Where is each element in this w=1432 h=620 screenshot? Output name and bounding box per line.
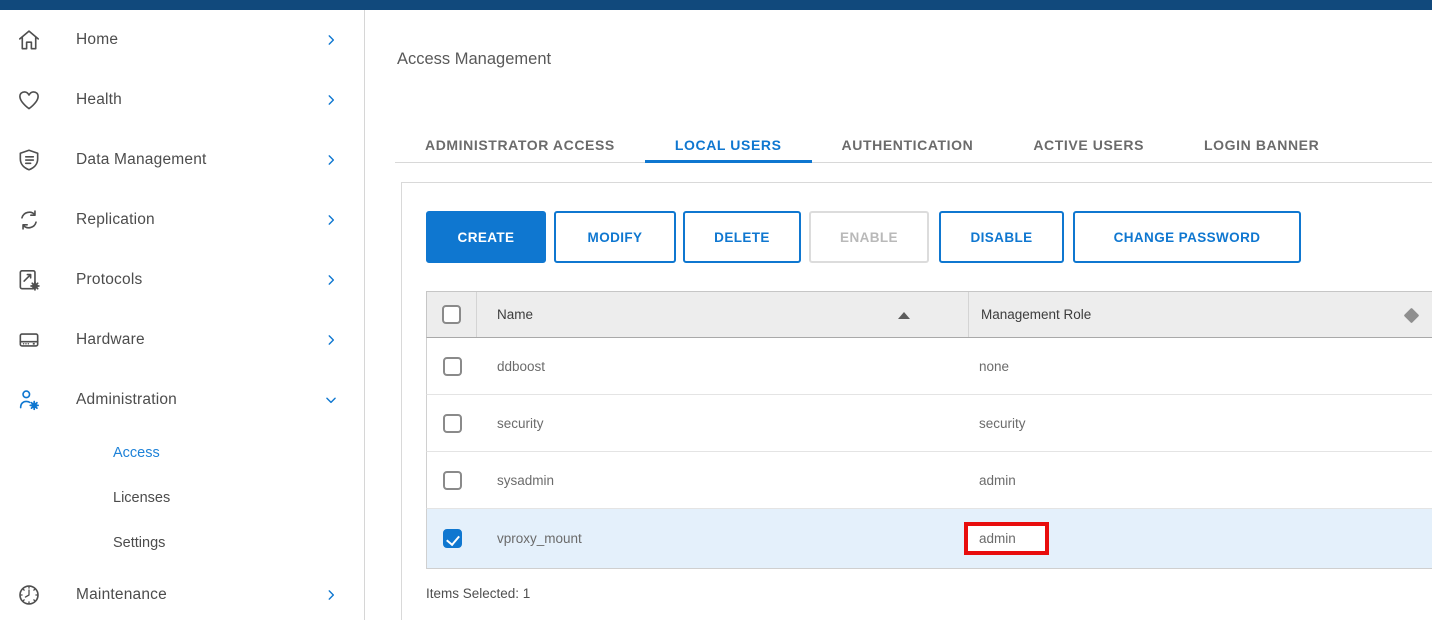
sidebar-subitem-access[interactable]: Access <box>0 430 364 475</box>
shield-icon <box>16 147 42 173</box>
row-checkbox-checked[interactable] <box>443 529 462 548</box>
table-row-vproxy-mount[interactable]: vproxy_mount admin <box>426 509 1432 569</box>
table-header-row: Name Management Role <box>426 291 1432 338</box>
page-title: Access Management <box>397 50 551 69</box>
sidebar-subitem-licenses[interactable]: Licenses <box>0 475 364 520</box>
row-checkbox[interactable] <box>443 471 462 490</box>
chevron-down-icon <box>324 393 338 407</box>
local-users-table: Name Management Role ddboost none secur <box>426 291 1432 569</box>
row-checkbox[interactable] <box>443 414 462 433</box>
user-name: ddboost <box>477 359 969 374</box>
tab-authentication[interactable]: AUTHENTICATION <box>812 127 1004 162</box>
top-navy-bar <box>0 0 1432 10</box>
chevron-right-icon <box>324 333 338 347</box>
heart-icon <box>16 87 42 113</box>
document-gear-icon <box>16 267 42 293</box>
sidebar-item-label: Hardware <box>76 331 324 349</box>
user-role: security <box>969 416 1432 431</box>
local-users-panel: CREATE MODIFY DELETE ENABLE DISABLE CHAN… <box>401 182 1432 620</box>
sidebar-item-replication[interactable]: Replication <box>0 190 364 250</box>
create-button[interactable]: CREATE <box>426 211 546 263</box>
tab-local-users[interactable]: LOCAL USERS <box>645 127 812 162</box>
sidebar-item-home[interactable]: Home <box>0 10 364 70</box>
chevron-right-icon <box>324 93 338 107</box>
tab-active-users[interactable]: ACTIVE USERS <box>1003 127 1174 162</box>
chevron-right-icon <box>324 33 338 47</box>
sidebar-item-label: Protocols <box>76 271 324 289</box>
sidebar-subitem-label: Access <box>113 445 160 461</box>
select-all-checkbox[interactable] <box>442 305 461 324</box>
column-header-management-role[interactable]: Management Role <box>969 292 1432 337</box>
sidebar-item-label: Maintenance <box>76 586 324 604</box>
red-annotation-box: admin <box>964 522 1049 555</box>
sidebar-item-label: Replication <box>76 211 324 229</box>
enable-button: ENABLE <box>809 211 929 263</box>
table-row-ddboost[interactable]: ddboost none <box>426 338 1432 395</box>
sort-ascending-icon[interactable] <box>898 312 910 319</box>
user-name: security <box>477 416 969 431</box>
drive-icon <box>16 327 42 353</box>
chevron-right-icon <box>324 588 338 602</box>
sidebar-item-label: Administration <box>76 391 324 409</box>
sidebar-item-health[interactable]: Health <box>0 70 364 130</box>
sidebar-subitem-settings[interactable]: Settings <box>0 520 364 565</box>
app-window: Home Health Data Management Replication <box>0 0 1432 620</box>
user-actions-toolbar: CREATE MODIFY DELETE ENABLE DISABLE CHAN… <box>426 211 1301 263</box>
delete-button[interactable]: DELETE <box>683 211 801 263</box>
change-password-button[interactable]: CHANGE PASSWORD <box>1073 211 1301 263</box>
items-selected-status: Items Selected: 1 <box>426 586 530 601</box>
sidebar-item-protocols[interactable]: Protocols <box>0 250 364 310</box>
user-name: vproxy_mount <box>477 531 969 546</box>
chevron-right-icon <box>324 213 338 227</box>
tab-bar: ADMINISTRATOR ACCESS LOCAL USERS AUTHENT… <box>395 127 1432 163</box>
sidebar-item-hardware[interactable]: Hardware <box>0 310 364 370</box>
chevron-right-icon <box>324 273 338 287</box>
sidebar-item-label: Home <box>76 31 324 49</box>
table-row-sysadmin[interactable]: sysadmin admin <box>426 452 1432 509</box>
chevron-right-icon <box>324 153 338 167</box>
user-role: admin <box>969 473 1432 488</box>
user-name: sysadmin <box>477 473 969 488</box>
column-header-name[interactable]: Name <box>477 292 969 337</box>
sidebar-item-label: Health <box>76 91 324 109</box>
sidebar-item-label: Data Management <box>76 151 324 169</box>
modify-button[interactable]: MODIFY <box>554 211 676 263</box>
sidebar-subitem-label: Settings <box>113 535 165 551</box>
sidebar-nav: Home Health Data Management Replication <box>0 10 365 620</box>
tab-login-banner[interactable]: LOGIN BANNER <box>1174 127 1349 162</box>
user-role: admin <box>969 522 1432 555</box>
sidebar-subitem-label: Licenses <box>113 490 170 506</box>
tab-administrator-access[interactable]: ADMINISTRATOR ACCESS <box>395 127 645 162</box>
table-row-security[interactable]: security security <box>426 395 1432 452</box>
column-filter-diamond-icon[interactable] <box>1404 307 1420 323</box>
clock-icon <box>16 582 42 608</box>
main-content: Access Management ADMINISTRATOR ACCESS L… <box>366 10 1432 620</box>
sidebar-item-data-management[interactable]: Data Management <box>0 130 364 190</box>
disable-button[interactable]: DISABLE <box>939 211 1064 263</box>
sidebar-item-administration[interactable]: Administration <box>0 370 364 430</box>
header-checkbox-cell <box>427 292 477 337</box>
sidebar-item-maintenance[interactable]: Maintenance <box>0 565 364 620</box>
user-gear-icon <box>16 387 42 413</box>
user-role: none <box>969 359 1432 374</box>
row-checkbox[interactable] <box>443 357 462 376</box>
home-icon <box>16 27 42 53</box>
sync-icon <box>16 207 42 233</box>
